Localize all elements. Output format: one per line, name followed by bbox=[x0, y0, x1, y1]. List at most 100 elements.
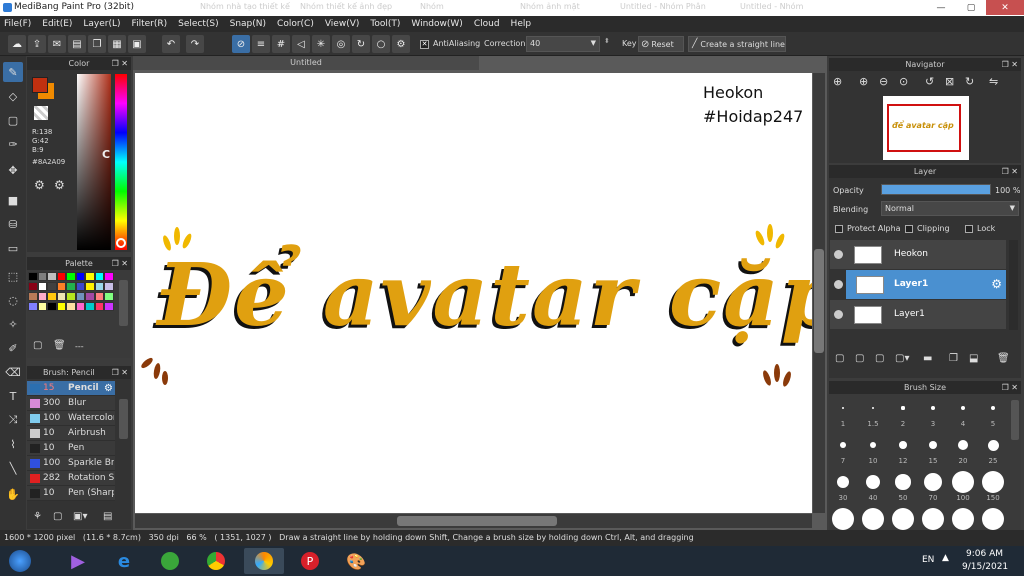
eye-icon[interactable] bbox=[834, 310, 843, 319]
palette-swatch[interactable] bbox=[66, 272, 76, 281]
brush-size-dot[interactable] bbox=[987, 439, 999, 451]
reset-view-icon[interactable]: ⊠ bbox=[945, 75, 954, 88]
palette-swatch[interactable] bbox=[85, 272, 95, 281]
saturation-value-field[interactable]: C bbox=[77, 74, 111, 250]
menu-file[interactable]: File(F) bbox=[4, 19, 31, 29]
document-icon[interactable]: ▤ bbox=[68, 35, 86, 53]
paint-icon[interactable]: 🎨 bbox=[336, 548, 376, 574]
new-layer-icon[interactable]: ▢ bbox=[835, 353, 844, 364]
minimize-button[interactable]: — bbox=[926, 0, 956, 15]
language-indicator[interactable]: EN bbox=[922, 555, 934, 565]
menu-tool[interactable]: Tool(T) bbox=[370, 19, 400, 29]
brush-item[interactable]: 100 Sparkle Brush bbox=[27, 456, 115, 471]
color-wheel-icon[interactable]: ⚙ bbox=[34, 178, 45, 192]
visual-studio-icon[interactable]: ▶ bbox=[58, 548, 98, 574]
palette-swatch[interactable] bbox=[85, 302, 95, 311]
frame-icon[interactable]: ▣ bbox=[128, 35, 146, 53]
close-button[interactable]: ✕ bbox=[986, 0, 1024, 15]
eraser-tool-icon[interactable]: ◇ bbox=[3, 86, 23, 106]
menu-edit[interactable]: Edit(E) bbox=[42, 19, 72, 29]
palette-swatch[interactable] bbox=[94, 302, 104, 311]
parallel-snap-icon[interactable]: ≡ bbox=[252, 35, 270, 53]
menu-window[interactable]: Window(W) bbox=[411, 19, 462, 29]
palette-swatch[interactable] bbox=[75, 302, 85, 311]
navigator-thumbnail[interactable]: để avatar cặp bbox=[883, 96, 969, 160]
primary-color-swatch[interactable] bbox=[32, 77, 48, 93]
bucket-tool-icon[interactable]: ⛁ bbox=[3, 214, 23, 234]
operation-tool-icon[interactable]: ⤨ bbox=[3, 410, 23, 430]
protect-alpha-checkbox[interactable] bbox=[835, 225, 843, 233]
zoom-in-icon[interactable]: ⊕ bbox=[859, 75, 868, 88]
brush-size-dot[interactable] bbox=[892, 508, 914, 530]
palette-swatch[interactable] bbox=[56, 282, 66, 291]
brush-item[interactable]: 15 Pencil ⚙ bbox=[27, 381, 115, 396]
radial-snap-icon[interactable]: ✳ bbox=[312, 35, 330, 53]
panel-menu-icon[interactable]: ❐ ✕ bbox=[1002, 381, 1018, 394]
palette-swatch[interactable] bbox=[85, 282, 95, 291]
palette-swatch[interactable] bbox=[94, 272, 104, 281]
brush-size-dot[interactable] bbox=[982, 471, 1004, 493]
rotate-left-icon[interactable]: ↺ bbox=[925, 75, 934, 88]
brush-menu-icon[interactable]: ▣▾ bbox=[73, 511, 87, 522]
palette-swatch[interactable] bbox=[47, 282, 57, 291]
chrome-icon[interactable] bbox=[196, 548, 236, 574]
eye-icon[interactable] bbox=[834, 250, 843, 259]
brush-item[interactable]: 10 Pen bbox=[27, 441, 115, 456]
brush-settings-gear-icon[interactable]: ⚙ bbox=[104, 381, 113, 396]
palette-swatch[interactable] bbox=[37, 272, 47, 281]
brush-item[interactable]: 10 Pen (Sharp) bbox=[27, 486, 115, 501]
vanish-snap-icon[interactable]: ◁ bbox=[292, 35, 310, 53]
color-picker-icon[interactable]: ⚙ bbox=[54, 178, 65, 192]
comment-icon[interactable]: ✉ bbox=[48, 35, 66, 53]
brush-size-dot[interactable] bbox=[901, 406, 905, 410]
brush-settings-icon[interactable]: ▤ bbox=[103, 511, 112, 522]
brush-size-dot[interactable] bbox=[952, 508, 974, 530]
new-layer-copy-icon[interactable]: ▢ bbox=[855, 353, 864, 364]
straight-line-button[interactable]: ╱ Create a straight line bbox=[688, 36, 786, 52]
brush-size-dot[interactable] bbox=[871, 406, 875, 410]
panel-menu-icon[interactable]: ❐ ✕ bbox=[112, 57, 128, 70]
palette-swatch[interactable] bbox=[37, 292, 47, 301]
panel-menu-icon[interactable]: ❐ ✕ bbox=[1002, 58, 1018, 71]
folder-icon[interactable]: ▬ bbox=[923, 353, 932, 364]
brush-size-dot[interactable] bbox=[931, 406, 935, 410]
add-layer-menu-icon[interactable]: ▢▾ bbox=[895, 353, 909, 364]
horizontal-scrollbar[interactable] bbox=[135, 514, 812, 528]
lock-checkbox[interactable] bbox=[965, 225, 973, 233]
antialiasing-checkbox[interactable]: ✕ bbox=[420, 40, 429, 49]
share-icon[interactable]: ⇪ bbox=[28, 35, 46, 53]
palette-swatch[interactable] bbox=[28, 302, 38, 311]
brush-item[interactable]: 300 Blur bbox=[27, 396, 115, 411]
transparent-swatch[interactable] bbox=[34, 106, 48, 120]
delete-layer-icon[interactable]: 🗑 bbox=[997, 353, 1010, 364]
palette-swatch[interactable] bbox=[37, 282, 47, 291]
panel-menu-icon[interactable]: ❐ ✕ bbox=[112, 257, 128, 270]
brush-item[interactable]: 100 Watercolor bbox=[27, 411, 115, 426]
panel-menu-icon[interactable]: ❐ ✕ bbox=[112, 366, 128, 379]
brush-size-dot[interactable] bbox=[836, 475, 850, 489]
divide-tool-icon[interactable]: ╲ bbox=[3, 458, 23, 478]
brush-size-dot[interactable] bbox=[895, 474, 911, 490]
select-tool-icon[interactable]: ⬚ bbox=[3, 266, 23, 286]
menu-filter[interactable]: Filter(R) bbox=[132, 19, 168, 29]
clock-date[interactable]: 9/15/2021 bbox=[962, 562, 1008, 572]
new-layer-page-icon[interactable]: ▢ bbox=[875, 353, 884, 364]
brush-scrollbar[interactable] bbox=[119, 399, 128, 439]
eyedropper-tool-icon[interactable]: ⌇ bbox=[3, 434, 23, 454]
reset-button[interactable]: ⊘ Reset bbox=[638, 36, 684, 52]
palette-swatch[interactable] bbox=[28, 292, 38, 301]
lasso-tool-icon[interactable]: ◌ bbox=[3, 290, 23, 310]
circle-snap-icon[interactable]: ◎ bbox=[332, 35, 350, 53]
layer-scrollbar[interactable] bbox=[1009, 240, 1018, 330]
blending-select[interactable]: Normal ▼ bbox=[881, 201, 1019, 216]
drawing-canvas[interactable]: Heokon #Hoidap247 Để avatar cặp bbox=[135, 73, 812, 513]
brush-size-dot[interactable] bbox=[869, 441, 877, 449]
cloud-icon[interactable]: ☁ bbox=[8, 35, 26, 53]
select-eraser-tool-icon[interactable]: ⌫ bbox=[3, 362, 23, 382]
zoom-actual-icon[interactable]: ⊙ bbox=[899, 75, 908, 88]
brush-size-dot[interactable] bbox=[840, 442, 846, 448]
fill-rect-tool-icon[interactable]: ■ bbox=[3, 190, 23, 210]
brush-size-dot[interactable] bbox=[952, 471, 974, 493]
add-brush-icon[interactable]: ⚘ bbox=[33, 511, 42, 522]
rotate-right-icon[interactable]: ↻ bbox=[965, 75, 974, 88]
